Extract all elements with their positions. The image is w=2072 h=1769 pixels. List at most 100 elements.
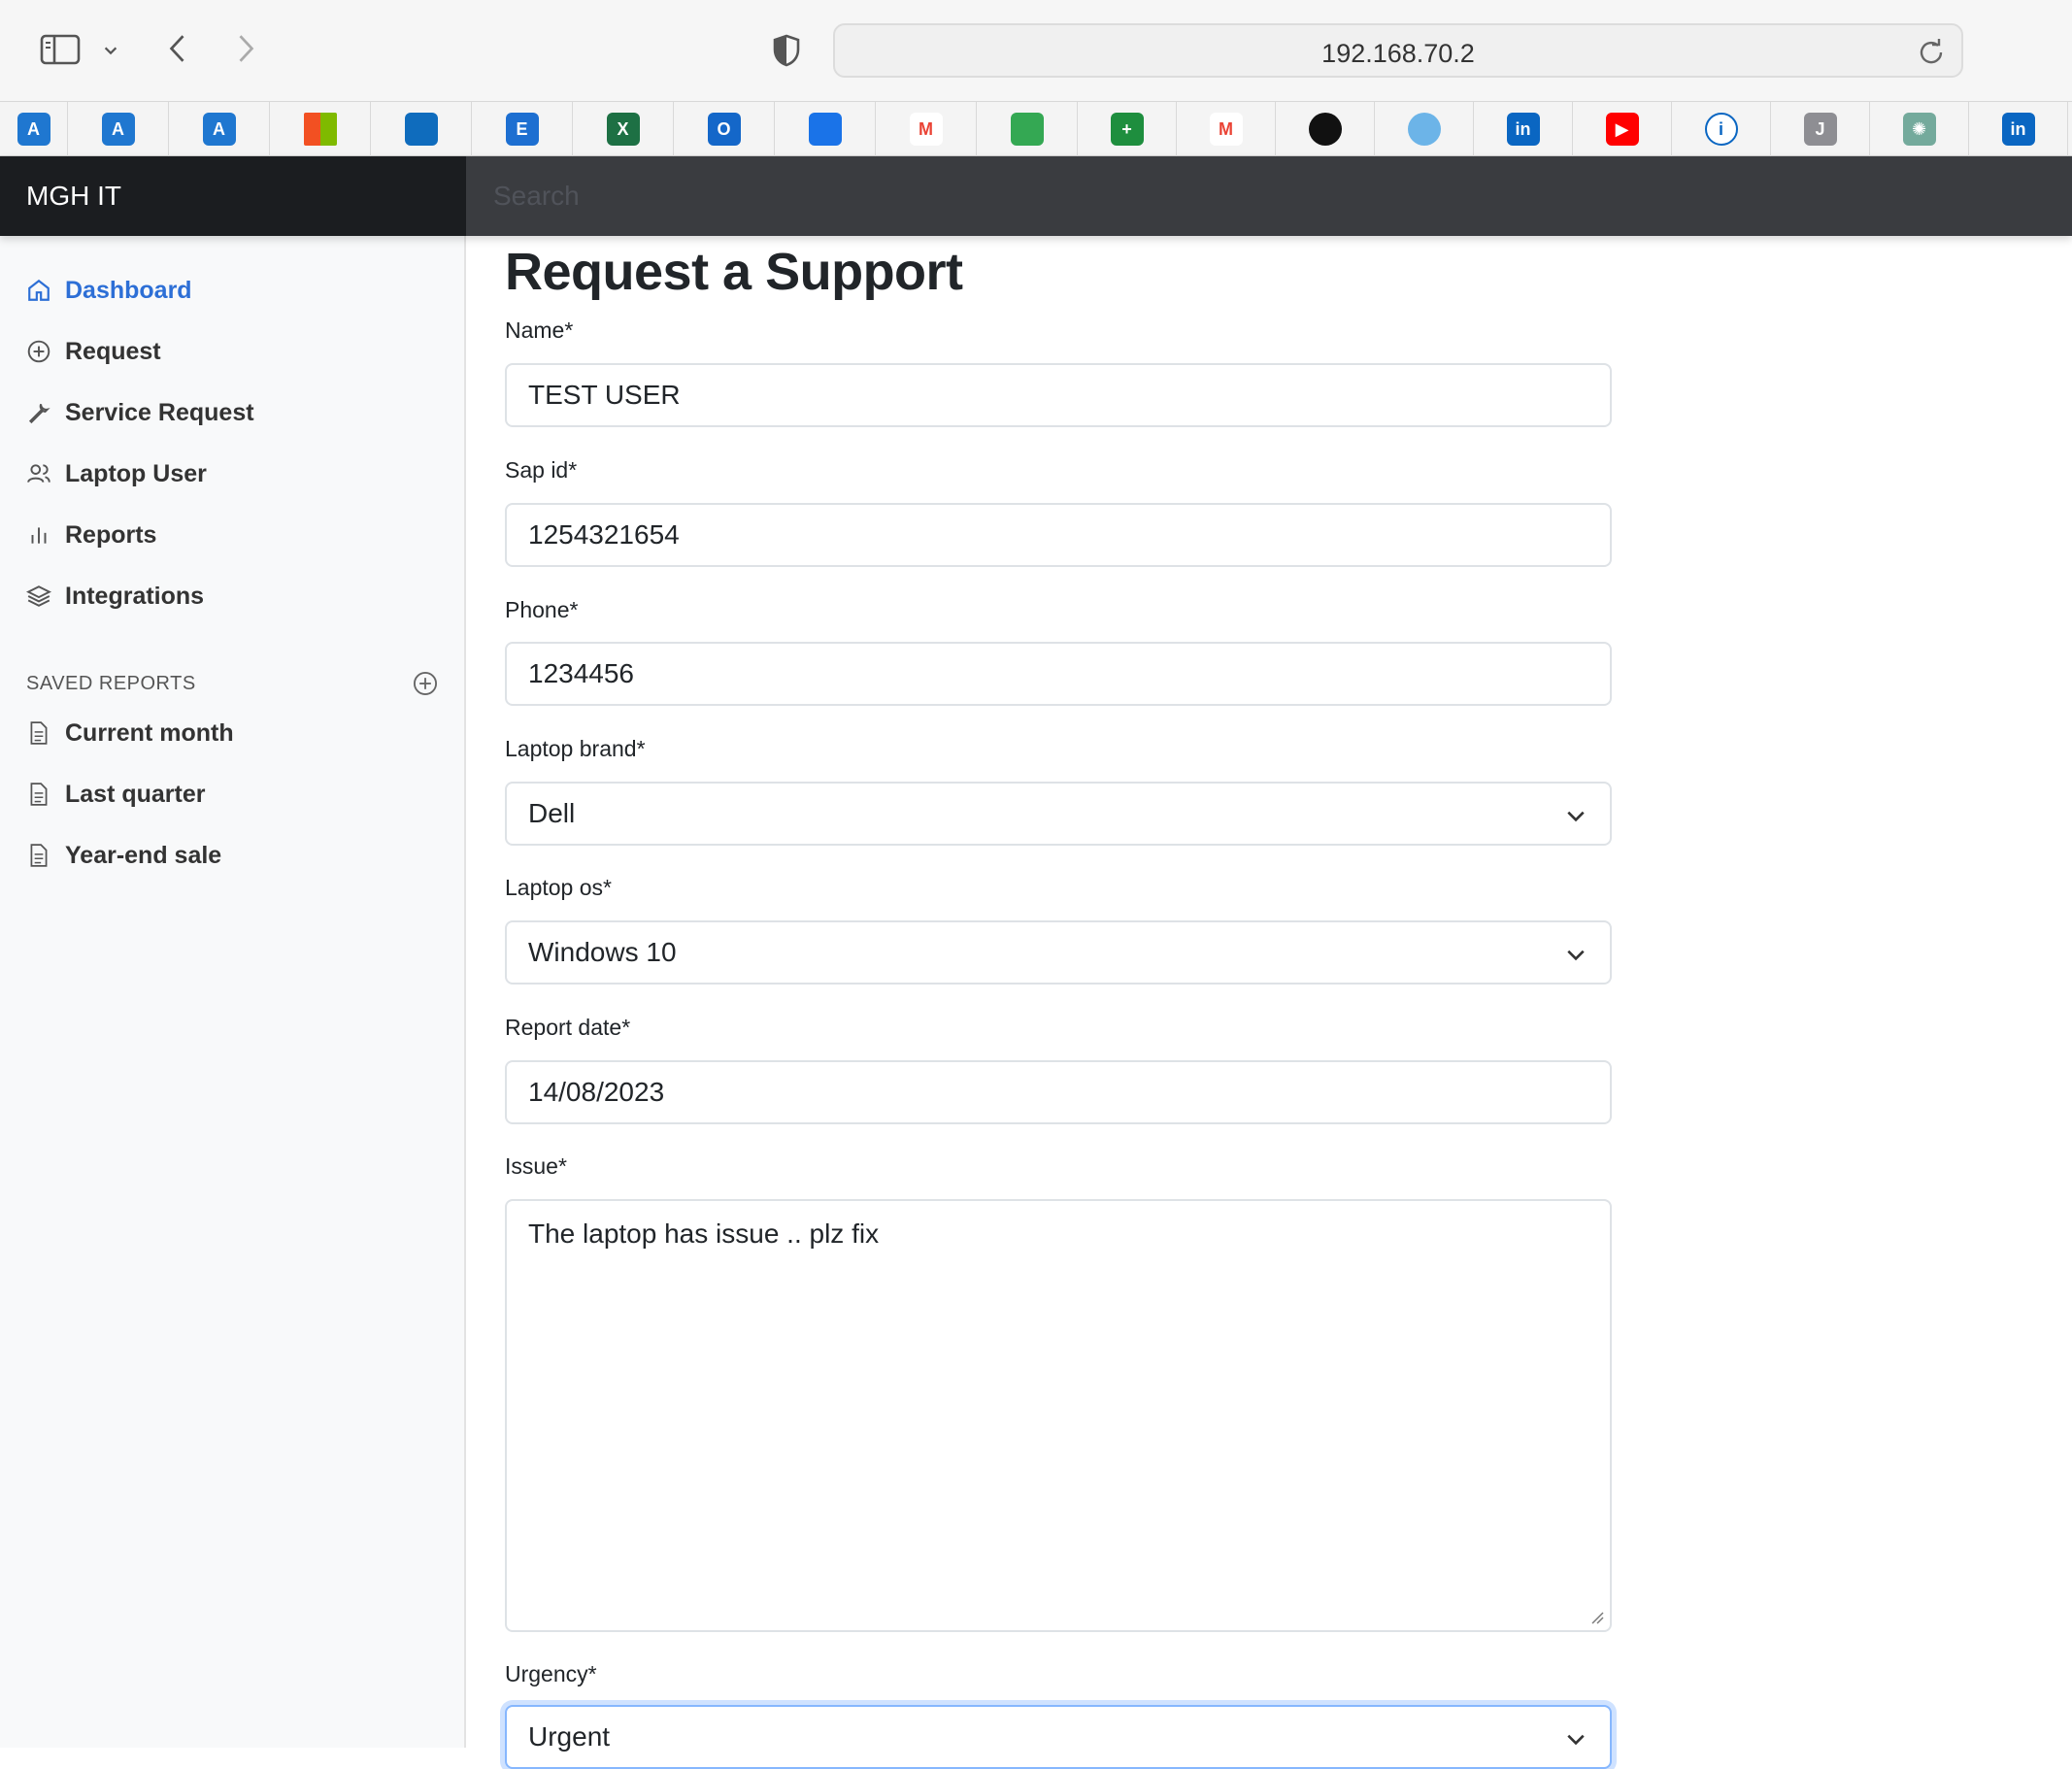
github-icon [1308,113,1342,146]
issue-textarea[interactable]: The laptop has issue .. plz fix [505,1199,1612,1632]
bookmark-item[interactable]: i [1672,102,1771,156]
urgency-label: Urgency* [505,1661,597,1686]
laptop-os-select[interactable]: Windows 10 [505,920,1612,985]
sidebar: Dashboard Request Service Request Laptop… [0,236,466,1748]
saved-report-label: Last quarter [65,780,206,808]
urgency-value: Urgent [528,1721,611,1752]
users-icon [27,464,50,483]
exchange-icon: E [505,113,539,146]
bookmark-item[interactable]: M [876,102,977,156]
google-sheets-icon: + [1110,113,1144,146]
sidebar-item-label: Integrations [65,582,205,610]
bookmarks-bar: A A A E X O M + Min ▶ i J ✺ in [0,102,2072,156]
sidebar-item-label: Laptop User [65,459,207,487]
sidebar-item-laptop-user[interactable]: Laptop User [26,454,207,493]
bookmark-item[interactable] [371,102,472,156]
sidebar-item-service-request[interactable]: Service Request [26,393,254,432]
saved-report-label: Year-end sale [65,841,222,869]
back-arrow-icon[interactable] [159,27,196,70]
file-text-icon [30,721,48,745]
bookmark-item[interactable]: A [0,102,68,156]
outlook-icon: O [707,113,741,146]
plus-circle-icon [27,340,50,363]
bookmark-item[interactable]: A [169,102,270,156]
address-bar[interactable]: 192.168.70.2 [833,23,1963,78]
saved-reports-title: SAVED REPORTS [26,672,196,694]
forward-arrow-icon[interactable] [227,27,264,70]
page-title: Request a Support [505,243,963,301]
google-drive-icon [1010,113,1044,146]
resize-grip-icon[interactable] [1588,1609,1604,1624]
sidebar-item-label: Request [65,337,161,365]
reload-icon[interactable] [1917,37,1946,66]
privacy-shield-icon[interactable] [767,29,806,72]
chevron-down-icon [1567,950,1585,961]
circle-app-icon [1407,113,1441,146]
phone-field[interactable]: 1234456 [505,642,1612,706]
sidebar-item-reports[interactable]: Reports [26,516,156,554]
bookmark-item[interactable]: ✺ [1870,102,1969,156]
chevron-down-icon[interactable] [97,37,124,64]
report-date-label: Report date* [505,1015,631,1040]
bookmark-item[interactable]: O [674,102,775,156]
chevron-down-icon [1567,811,1585,822]
bookmark-item[interactable]: A [68,102,169,156]
sap-id-field[interactable]: 1254321654 [505,503,1612,567]
saved-report-year-end-sale[interactable]: Year-end sale [26,836,221,875]
laptop-brand-value: Dell [528,798,576,828]
app-navbar: MGH IT [0,156,2072,236]
laptop-os-label: Laptop os* [505,875,612,900]
brand-name[interactable]: MGH IT [0,156,466,236]
bar-chart-icon [31,527,47,544]
name-field[interactable]: TEST USER [505,363,1612,427]
chatgpt-icon: ✺ [1902,113,1936,146]
bookmark-item[interactable] [270,102,371,156]
gmail-icon: M [1209,113,1243,146]
gmail-icon: M [909,113,943,146]
browser-toolbar: 192.168.70.2 [0,0,2072,102]
laptop-brand-select[interactable]: Dell [505,782,1612,846]
bookmark-item[interactable]: + [1078,102,1177,156]
name-label: Name* [505,317,574,343]
excel-icon: X [606,113,640,146]
sharepoint-icon [404,113,438,146]
bookmark-item[interactable]: X [573,102,674,156]
report-date-field[interactable]: 14/08/2023 [505,1060,1612,1124]
search-input[interactable] [466,156,2072,236]
bookmark-item[interactable]: ▶ [1573,102,1672,156]
bookmark-item[interactable]: in [1969,102,2068,156]
layers-icon [26,585,51,607]
bookmark-item[interactable] [1276,102,1375,156]
issue-text: The laptop has issue .. plz fix [528,1218,880,1249]
url-text: 192.168.70.2 [1321,39,1475,68]
urgency-select[interactable]: Urgent [505,1705,1612,1769]
bookmark-item[interactable] [977,102,1078,156]
chevron-down-icon [1567,1734,1585,1746]
linkedin-icon: in [1506,113,1540,146]
bookmark-item[interactable]: E [472,102,573,156]
bookmark-item[interactable]: in [1474,102,1573,156]
j-app-icon: J [1803,113,1837,146]
file-text-icon [30,783,48,806]
sidebar-toggle-icon[interactable] [37,29,84,70]
info-icon: i [1704,113,1738,146]
sidebar-item-request[interactable]: Request [26,332,161,371]
sidebar-item-integrations[interactable]: Integrations [26,577,204,616]
bookmark-item[interactable] [775,102,876,156]
onedrive-icon [808,113,842,146]
saved-report-last-quarter[interactable]: Last quarter [26,775,205,814]
saved-report-label: Current month [65,718,234,747]
sidebar-item-dashboard[interactable]: Dashboard [26,271,192,310]
azure-devops-icon: A [202,113,236,146]
bookmark-item[interactable]: M [1177,102,1276,156]
youtube-icon: ▶ [1605,113,1639,146]
laptop-brand-label: Laptop brand* [505,736,646,761]
saved-report-current-month[interactable]: Current month [26,714,234,752]
add-report-icon[interactable] [412,670,439,697]
bookmark-item[interactable] [1375,102,1474,156]
linkedin-icon: in [2001,113,2035,146]
bookmark-item[interactable]: J [1771,102,1870,156]
phone-label: Phone* [505,597,579,622]
saved-reports-heading: SAVED REPORTS [26,670,439,697]
issue-label: Issue* [505,1153,567,1179]
